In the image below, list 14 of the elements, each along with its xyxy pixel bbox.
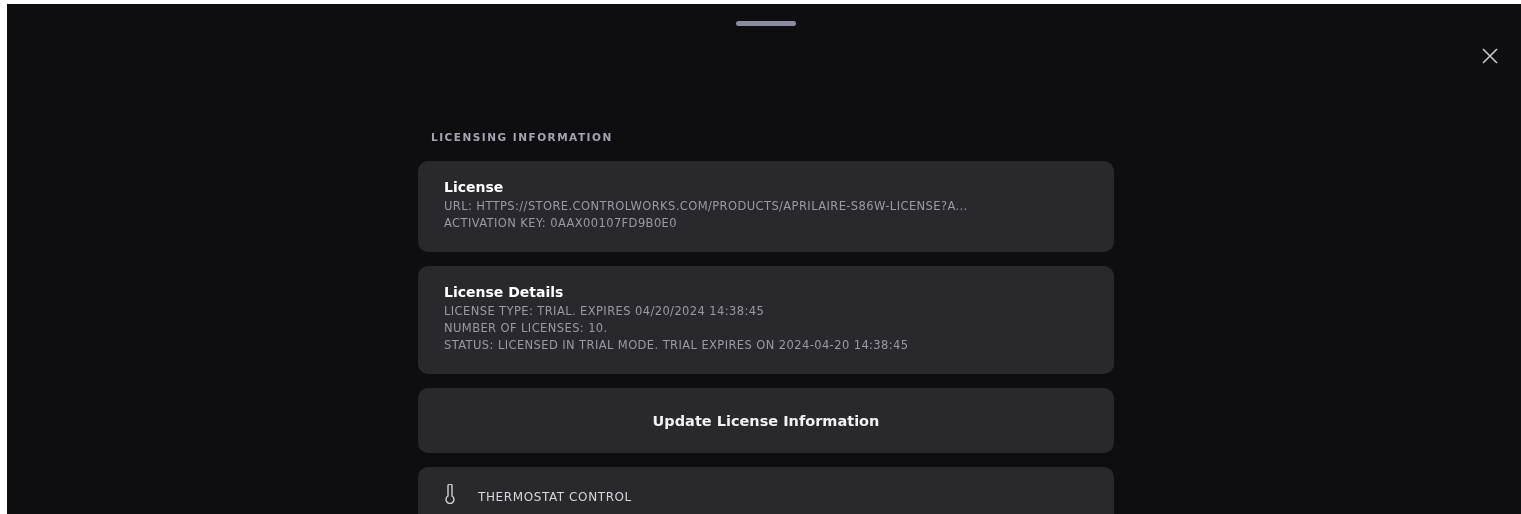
thermometer-icon xyxy=(444,484,456,504)
close-icon[interactable] xyxy=(1481,47,1499,65)
update-button[interactable]: Update License Information xyxy=(418,388,1114,453)
card-title: License xyxy=(444,179,505,195)
card-title: License Details xyxy=(444,284,565,300)
card-line: ACTIVATION KEY: 0AAX00107FD9B0E0 xyxy=(444,215,678,232)
card-line: STATUS: LICENSED IN TRIAL MODE. TRIAL EXPIRES ON 2024-04-20 14:38:45 xyxy=(444,337,910,354)
thermostat-row[interactable]: THERMOSTAT CONTROL xyxy=(418,467,1114,514)
section-title: LICENSING INFORMATION xyxy=(431,131,614,145)
drag-handle[interactable] xyxy=(736,21,796,26)
card-line: URL: HTTPS://STORE.CONTROLWORKS.COM/PRODUCTS/APRILAIRE-S86W-LICENSE?A... xyxy=(444,198,969,215)
card-line: LICENSE TYPE: TRIAL. EXPIRES 04/20/2024 14:38:45 xyxy=(444,303,766,320)
row-label: THERMOSTAT CONTROL xyxy=(478,490,632,504)
card-line: NUMBER OF LICENSES: 10. xyxy=(444,320,609,337)
